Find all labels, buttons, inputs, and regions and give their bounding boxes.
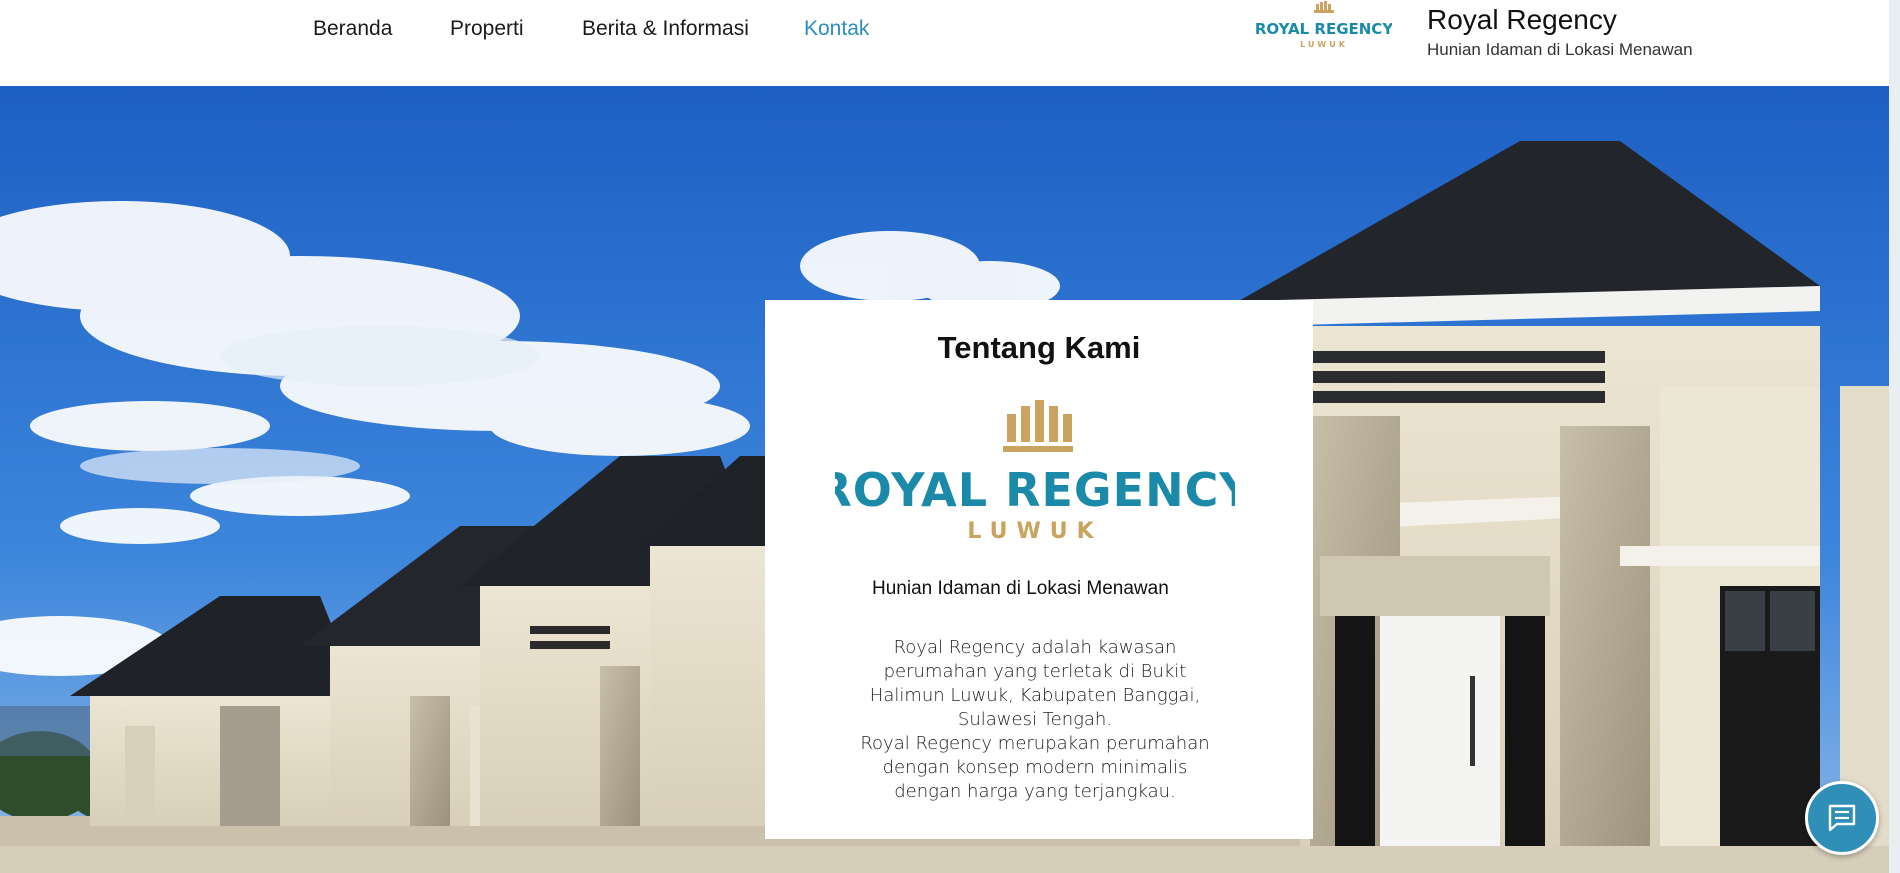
about-title: Tentang Kami bbox=[937, 329, 1141, 365]
nav-item-berita-informasi[interactable]: Berita & Informasi bbox=[582, 17, 749, 41]
page-scrollbar[interactable] bbox=[1889, 0, 1900, 873]
about-description: Royal Regency adalah kawasan perumahan y… bbox=[855, 636, 1215, 804]
chat-icon bbox=[1828, 804, 1856, 832]
about-description-paragraph: Royal Regency adalah kawasan perumahan y… bbox=[869, 637, 1201, 730]
nav-item-properti[interactable]: Properti bbox=[450, 17, 524, 41]
about-description-paragraph: Royal Regency merupakan perumahan dengan… bbox=[860, 733, 1210, 802]
brand-tagline: Hunian Idaman di Lokasi Menawan bbox=[1427, 40, 1693, 59]
brand-logo-sub-text: LUWUK bbox=[1300, 40, 1348, 49]
about-logo-main-text: ROYAL REGENCY bbox=[835, 463, 1235, 517]
chat-button[interactable] bbox=[1805, 781, 1879, 855]
brand-logo-main-text: ROYAL REGENCY bbox=[1256, 20, 1392, 38]
about-tagline: Hunian Idaman di Lokasi Menawan bbox=[872, 578, 1169, 599]
crown-icon bbox=[1003, 400, 1073, 452]
brand-logo[interactable]: ROYAL REGENCY LUWUK bbox=[1256, 0, 1392, 52]
nav-item-kontak[interactable]: Kontak bbox=[804, 17, 869, 41]
brand-name[interactable]: Royal Regency bbox=[1427, 4, 1617, 36]
about-card: Tentang Kami ROYAL REGENCY LUWUK Hunian … bbox=[765, 300, 1313, 839]
about-logo-sub-text: LUWUK bbox=[967, 519, 1102, 544]
about-logo: ROYAL REGENCY LUWUK bbox=[835, 400, 1235, 544]
nav-item-beranda[interactable]: Beranda bbox=[313, 17, 392, 41]
site-header: Beranda Properti Berita & Informasi Kont… bbox=[0, 0, 1900, 86]
